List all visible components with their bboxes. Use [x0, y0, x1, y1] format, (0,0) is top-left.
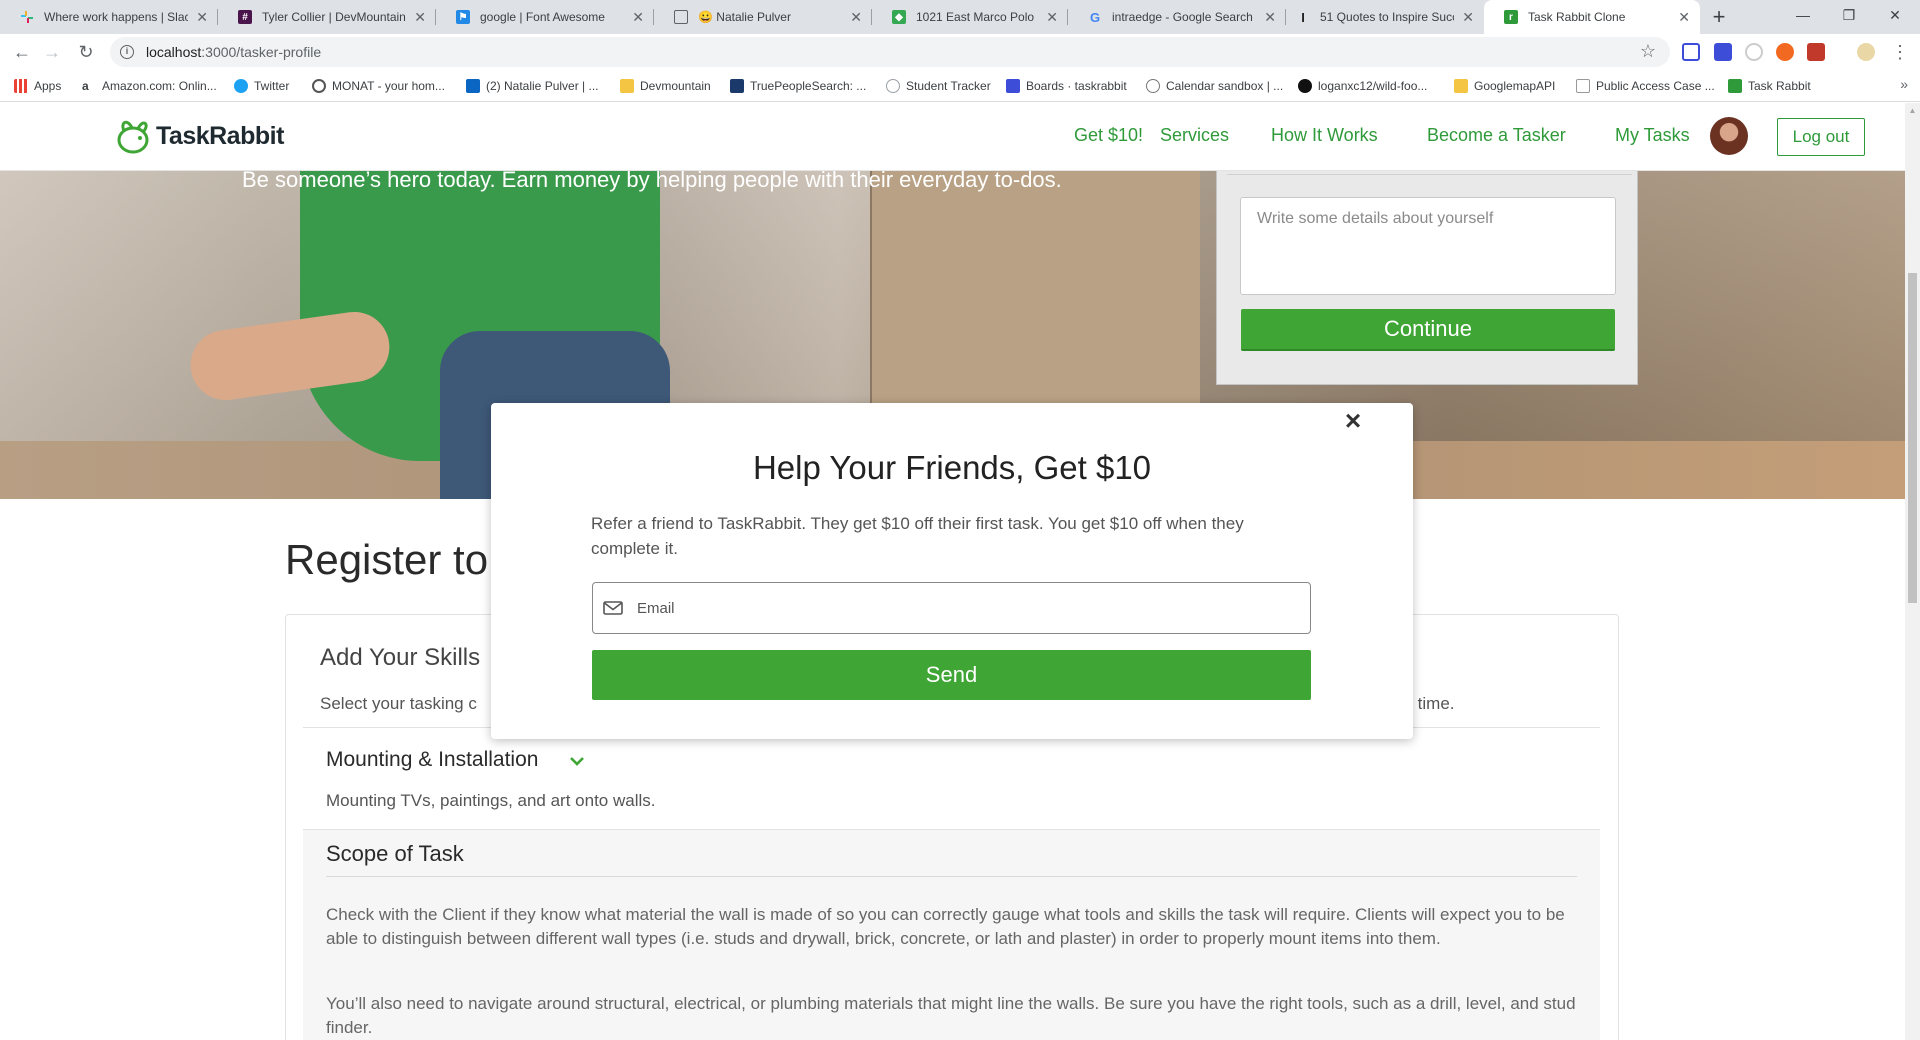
close-icon[interactable]: ×: [1341, 407, 1365, 435]
modal-title: Help Your Friends, Get $10: [752, 449, 1152, 486]
back-icon[interactable]: ←: [8, 38, 36, 66]
page-viewport: Be someone’s hero today. Earn money by h…: [0, 103, 1905, 1040]
rabbit-logo-icon: [117, 120, 149, 154]
document-icon: [1576, 79, 1590, 93]
close-tab-icon[interactable]: ✕: [196, 9, 208, 26]
envelope-icon: [603, 601, 623, 615]
browser-tab[interactable]: I 51 Quotes to Inspire Success ✕: [1276, 0, 1484, 34]
close-tab-icon[interactable]: ✕: [1678, 9, 1690, 26]
reload-icon[interactable]: ↻: [72, 38, 100, 66]
extension-icon[interactable]: [1776, 43, 1794, 61]
bookmark-public-access[interactable]: Public Access Case ...: [1576, 70, 1715, 102]
bookmark-devmountain[interactable]: Devmountain: [620, 70, 711, 102]
logout-button[interactable]: Log out: [1777, 118, 1865, 156]
referral-modal: × Help Your Friends, Get $10 Refer a fri…: [491, 403, 1413, 739]
minimize-button[interactable]: —: [1780, 0, 1826, 30]
twitter-icon: [234, 79, 248, 93]
site-header: TaskRabbit Get $10! Services How It Work…: [0, 103, 1905, 171]
bookmark-task-rabbit[interactable]: Task Rabbit: [1728, 70, 1811, 102]
close-tab-icon[interactable]: ✕: [1046, 9, 1058, 26]
forward-icon[interactable]: →: [38, 38, 66, 66]
slack-icon: [20, 10, 34, 24]
bookmark-monat[interactable]: MONAT - your hom...: [312, 70, 445, 102]
extension-grid-icon[interactable]: [1682, 43, 1700, 61]
close-window-button[interactable]: ✕: [1872, 0, 1918, 30]
nav-my-tasks[interactable]: My Tasks: [1615, 125, 1690, 146]
browser-tab-strip: Where work happens | Slack ✕ # Tyler Col…: [0, 0, 1920, 34]
bookmark-calendar[interactable]: Calendar sandbox | ...: [1146, 70, 1283, 102]
nav-how-it-works[interactable]: How It Works: [1271, 125, 1378, 146]
browser-menu-icon[interactable]: ⋮: [1886, 38, 1914, 66]
new-tab-button[interactable]: +: [1706, 4, 1732, 30]
bookmark-linkedin[interactable]: (2) Natalie Pulver | ...: [466, 70, 599, 102]
browser-tab[interactable]: Where work happens | Slack ✕: [0, 0, 218, 34]
linkedin-icon: [466, 79, 480, 93]
site-info-icon[interactable]: i: [120, 45, 134, 59]
browser-tab[interactable]: ◆ 1021 East Marco Polo Road ✕: [872, 0, 1068, 34]
bookmark-twitter[interactable]: Twitter: [234, 70, 289, 102]
bookmark-boards[interactable]: Boards · taskrabbit: [1006, 70, 1127, 102]
scrollbar-thumb[interactable]: [1908, 273, 1917, 603]
browser-tab[interactable]: G intraedge - Google Search ✕: [1068, 0, 1286, 34]
quote-site-icon: I: [1301, 9, 1305, 25]
folder-icon: [620, 79, 634, 93]
student-tracker-icon: [886, 79, 900, 93]
email-field[interactable]: [592, 582, 1311, 634]
monat-icon: [312, 79, 326, 93]
devmountain-icon: #: [238, 10, 252, 24]
taskrabbit-icon: r: [1504, 10, 1518, 24]
calendar-icon: [1146, 79, 1160, 93]
extension-icon[interactable]: [1745, 43, 1763, 61]
modal-description: Refer a friend to TaskRabbit. They get $…: [591, 514, 1244, 558]
logo-text: TaskRabbit: [156, 121, 284, 150]
send-button[interactable]: Send: [592, 650, 1311, 700]
close-tab-icon[interactable]: ✕: [1264, 9, 1276, 26]
google-maps-icon: ◆: [892, 10, 906, 24]
bookmark-truepeoplesearch[interactable]: TruePeopleSearch: ...: [730, 70, 866, 102]
bookmark-student-tracker[interactable]: Student Tracker: [886, 70, 991, 102]
bookmark-apps[interactable]: Apps: [14, 70, 61, 102]
scroll-up-icon[interactable]: ▲: [1905, 103, 1920, 118]
user-avatar[interactable]: [1710, 117, 1748, 155]
address-bar[interactable]: i localhost:3000/tasker-profile ☆: [110, 37, 1670, 67]
email-input[interactable]: [637, 599, 1237, 617]
folder-icon: [1454, 79, 1468, 93]
close-tab-icon[interactable]: ✕: [850, 9, 862, 26]
profile-avatar-icon[interactable]: [1857, 43, 1875, 61]
zenhub-extension-icon[interactable]: [1714, 43, 1732, 61]
extension-icon[interactable]: [1807, 43, 1825, 61]
page-scrollbar[interactable]: ▲: [1905, 103, 1920, 1040]
browser-tab[interactable]: 😀 Natalie Pulver ✕: [654, 0, 872, 34]
close-tab-icon[interactable]: ✕: [632, 9, 644, 26]
close-tab-icon[interactable]: ✕: [414, 9, 426, 26]
github-icon: [1298, 79, 1312, 93]
browser-tab-active[interactable]: r Task Rabbit Clone ✕: [1484, 0, 1700, 34]
browser-tab[interactable]: ⚑ google | Font Awesome ✕: [436, 0, 654, 34]
google-icon: G: [1089, 9, 1101, 25]
maximize-button[interactable]: ❐: [1826, 0, 1872, 30]
taskrabbit-logo[interactable]: TaskRabbit: [114, 117, 284, 155]
document-icon: [674, 10, 688, 24]
nav-become-a-tasker[interactable]: Become a Tasker: [1427, 125, 1566, 146]
bookmarks-more-button[interactable]: »: [1900, 76, 1908, 92]
truepeoplesearch-icon: [730, 79, 744, 93]
apps-grid-icon: [14, 79, 28, 93]
nav-get-10[interactable]: Get $10!: [1074, 125, 1143, 146]
close-tab-icon[interactable]: ✕: [1462, 9, 1474, 26]
amazon-icon: a: [82, 79, 89, 93]
bookmark-amazon[interactable]: a Amazon.com: Onlin...: [82, 70, 217, 102]
bookmarks-bar: Apps a Amazon.com: Onlin... Twitter MONAT…: [0, 70, 1920, 102]
taskrabbit-icon: [1728, 79, 1742, 93]
browser-tab[interactable]: # Tyler Collier | DevMountain ✕: [218, 0, 436, 34]
bookmark-star-icon[interactable]: ☆: [1640, 41, 1656, 62]
browser-toolbar: ← → ↻ i localhost:3000/tasker-profile ☆ …: [0, 34, 1920, 70]
font-awesome-icon: ⚑: [456, 10, 470, 24]
zenhub-icon: [1006, 79, 1020, 93]
bookmark-github[interactable]: loganxc12/wild-foo...: [1298, 70, 1427, 102]
bookmark-googlemapapi[interactable]: GooglemapAPI: [1454, 70, 1555, 102]
nav-services[interactable]: Services: [1160, 125, 1229, 146]
